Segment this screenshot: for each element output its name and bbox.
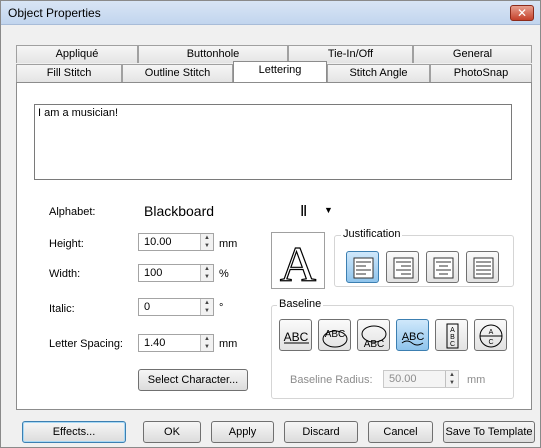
letter-spacing-value: 1.40: [144, 337, 166, 349]
close-button[interactable]: ✕: [510, 5, 534, 21]
object-properties-dialog: Object Properties ✕ Appliqué Buttonhole …: [0, 0, 541, 448]
alphabet-dropdown[interactable]: Blackboard Ⅱ ▼: [138, 201, 338, 223]
spin-down-icon[interactable]: ▼: [201, 273, 213, 281]
tab-general[interactable]: General: [413, 45, 532, 63]
align-right-icon: [393, 257, 414, 279]
lettering-text-input[interactable]: I am a musician!: [34, 104, 512, 180]
baseline-vertical-icon: A B C: [446, 323, 459, 349]
svg-text:ABC: ABC: [325, 329, 346, 340]
tab-outline-stitch[interactable]: Outline Stitch: [122, 64, 233, 82]
letter-preview: A: [271, 232, 325, 293]
window-title: Object Properties: [8, 6, 101, 20]
spin-down-icon[interactable]: ▼: [201, 343, 213, 351]
height-value: 10.00: [144, 236, 172, 248]
baseline-wave-button[interactable]: ABC: [396, 319, 429, 351]
height-stepper[interactable]: 10.00 ▲ ▼: [138, 233, 214, 251]
svg-text:ABC: ABC: [284, 330, 309, 344]
svg-text:B: B: [450, 334, 455, 341]
italic-stepper[interactable]: 0 ▲ ▼: [138, 298, 214, 316]
svg-text:C: C: [450, 341, 455, 348]
baseline-circle-button[interactable]: A C: [474, 319, 507, 351]
italic-unit: °: [219, 302, 224, 314]
baseline-radius-stepper[interactable]: 50.00 ▲ ▼: [383, 370, 459, 388]
spin-down-icon[interactable]: ▼: [446, 379, 458, 387]
spin-up-icon[interactable]: ▲: [201, 299, 213, 307]
spin-up-icon[interactable]: ▲: [201, 335, 213, 343]
tab-applique[interactable]: Appliqué: [16, 45, 138, 63]
width-unit: %: [219, 268, 229, 280]
save-to-template-button[interactable]: Save To Template: [443, 421, 535, 443]
height-label: Height:: [49, 238, 84, 250]
width-value: 100: [144, 267, 163, 279]
italic-spin-buttons[interactable]: ▲ ▼: [200, 299, 213, 315]
svg-text:A: A: [450, 327, 455, 334]
letter-spacing-spin-buttons[interactable]: ▲ ▼: [200, 335, 213, 351]
discard-button[interactable]: Discard: [284, 421, 358, 443]
baseline-arc-down-button[interactable]: ABC: [357, 319, 390, 351]
tab-lettering[interactable]: Lettering: [233, 61, 327, 82]
cancel-button[interactable]: Cancel: [368, 421, 433, 443]
baseline-radius-label: Baseline Radius:: [290, 374, 373, 386]
align-justify-icon: [473, 257, 494, 279]
alphabet-value: Blackboard: [144, 203, 215, 219]
align-left-icon: [353, 257, 374, 279]
baseline-radius-value: 50.00: [389, 373, 417, 385]
tab-fill-stitch[interactable]: Fill Stitch: [16, 64, 122, 82]
spin-up-icon[interactable]: ▲: [201, 265, 213, 273]
outlined-letter-a-icon: A: [279, 235, 316, 292]
italic-value: 0: [144, 301, 151, 313]
svg-text:C: C: [488, 339, 493, 346]
chevron-down-icon: ▼: [324, 205, 333, 215]
title-bar: Object Properties ✕: [1, 1, 540, 25]
alphabet-label: Alphabet:: [49, 206, 96, 218]
apply-button[interactable]: Apply: [211, 421, 274, 443]
baseline-arc-up-button[interactable]: ABC: [318, 319, 351, 351]
justify-right-button[interactable]: [386, 251, 419, 283]
preview-glyph: A: [280, 236, 316, 288]
baseline-wave-icon: ABC: [402, 331, 424, 346]
letter-spacing-unit: mm: [219, 338, 238, 350]
tab-photosnap[interactable]: PhotoSnap: [430, 64, 532, 82]
ok-button[interactable]: OK: [143, 421, 201, 443]
spin-up-icon[interactable]: ▲: [446, 371, 458, 379]
spin-down-icon[interactable]: ▼: [201, 242, 213, 250]
justify-left-button[interactable]: [346, 251, 379, 283]
justify-full-button[interactable]: [466, 251, 499, 283]
align-center-icon: [433, 257, 454, 279]
letter-spacing-label: Letter Spacing:: [49, 338, 123, 350]
baseline-circle-icon: A C: [479, 324, 503, 348]
font-type-icon: Ⅱ: [300, 203, 308, 220]
letter-spacing-stepper[interactable]: 1.40 ▲ ▼: [138, 334, 214, 352]
baseline-straight-button[interactable]: ABC: [279, 319, 312, 351]
justification-label: Justification: [341, 228, 403, 240]
justify-center-button[interactable]: [426, 251, 459, 283]
width-spin-buttons[interactable]: ▲ ▼: [200, 265, 213, 281]
svg-text:ABC: ABC: [364, 339, 385, 350]
baseline-straight-icon: ABC: [284, 330, 309, 344]
height-unit: mm: [219, 238, 238, 250]
baseline-arc-up-icon: ABC: [322, 329, 348, 348]
spin-up-icon[interactable]: ▲: [201, 234, 213, 242]
spin-down-icon[interactable]: ▼: [201, 307, 213, 315]
width-stepper[interactable]: 100 ▲ ▼: [138, 264, 214, 282]
baseline-arc-down-icon: ABC: [361, 325, 387, 350]
italic-label: Italic:: [49, 303, 75, 315]
baseline-radius-spin-buttons[interactable]: ▲ ▼: [445, 371, 458, 387]
baseline-radius-unit: mm: [467, 374, 486, 386]
baseline-vertical-button[interactable]: A B C: [435, 319, 468, 351]
tab-stitch-angle[interactable]: Stitch Angle: [327, 64, 430, 82]
height-spin-buttons[interactable]: ▲ ▼: [200, 234, 213, 250]
select-character-button[interactable]: Select Character...: [138, 369, 248, 391]
width-label: Width:: [49, 268, 81, 280]
svg-text:A: A: [489, 329, 494, 336]
baseline-label: Baseline: [277, 298, 324, 310]
effects-button[interactable]: Effects...: [22, 421, 126, 443]
